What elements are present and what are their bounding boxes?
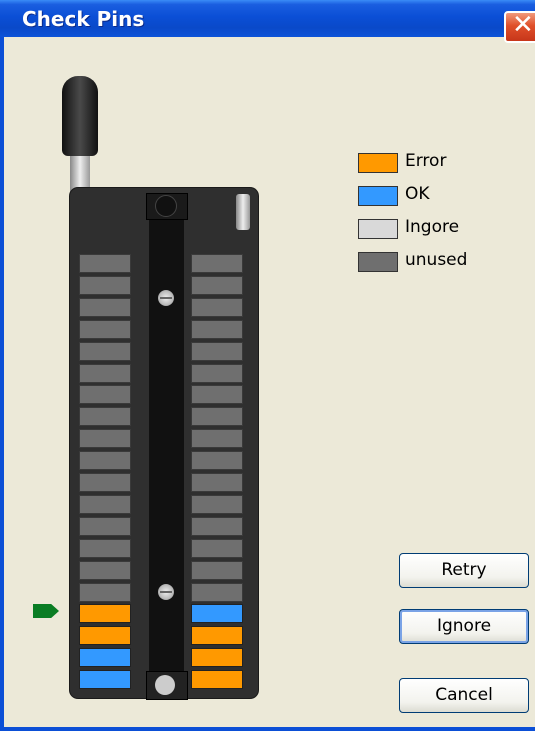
window-frame-left [0,37,4,731]
legend-swatch-ok [358,186,398,206]
pin-right-19 [191,648,243,667]
legend-label-unused: unused [405,250,468,270]
pin1-marker-icon [33,604,59,618]
pin-left-9 [79,429,131,448]
socket-bottom-hole-icon [155,675,175,695]
legend-swatch-error [358,153,398,173]
legend-label-ignore: Ingore [405,217,460,237]
socket-post [236,194,250,230]
pin-left-20 [79,670,131,689]
pin-right-7 [191,385,243,404]
pin-right-12 [191,495,243,514]
pin-right-15 [191,561,243,580]
ignore-button[interactable]: Ignore [399,609,529,644]
pin-left-8 [79,407,131,426]
pin-right-13 [191,517,243,536]
pin-right-3 [191,298,243,317]
pin-left-16 [79,583,131,602]
screw-icon [158,290,174,306]
pin-left-13 [79,517,131,536]
pin-left-14 [79,539,131,558]
pin-right-6 [191,364,243,383]
window-title: Check Pins [22,7,145,31]
close-button[interactable]: ✕ [504,10,535,43]
pin-right-10 [191,451,243,470]
pin-left-2 [79,276,131,295]
pin-right-17 [191,604,243,623]
cancel-button[interactable]: Cancel [399,678,529,713]
socket-lever-handle [62,76,98,156]
pin-right-16 [191,583,243,602]
pin-right-2 [191,276,243,295]
pin-right-18 [191,626,243,645]
socket-center-strip [149,193,184,698]
screw-icon [158,584,174,600]
pin-right-14 [191,539,243,558]
pin-right-20 [191,670,243,689]
pin-right-4 [191,320,243,339]
pin-left-7 [79,385,131,404]
pin-left-5 [79,342,131,361]
pin-left-4 [79,320,131,339]
title-bar: Check Pins ✕ [0,0,535,43]
legend-label-error: Error [405,151,447,171]
window-frame-bottom [0,727,535,731]
pin-right-9 [191,429,243,448]
pin-right-11 [191,473,243,492]
pin-right-5 [191,342,243,361]
legend-swatch-unused [358,252,398,272]
pin-left-12 [79,495,131,514]
pin-left-19 [79,648,131,667]
pin-left-1 [79,254,131,273]
pin-right-8 [191,407,243,426]
pin-left-15 [79,561,131,580]
close-icon: ✕ [512,10,534,40]
pin-left-11 [79,473,131,492]
pin-left-10 [79,451,131,470]
pin-right-1 [191,254,243,273]
legend-swatch-ignore [358,219,398,239]
retry-button[interactable]: Retry [399,553,529,588]
socket-top-hole-icon [155,195,177,217]
pin-left-18 [79,626,131,645]
pin-left-3 [79,298,131,317]
pin-left-6 [79,364,131,383]
pin-left-17 [79,604,131,623]
legend-label-ok: OK [405,184,430,204]
